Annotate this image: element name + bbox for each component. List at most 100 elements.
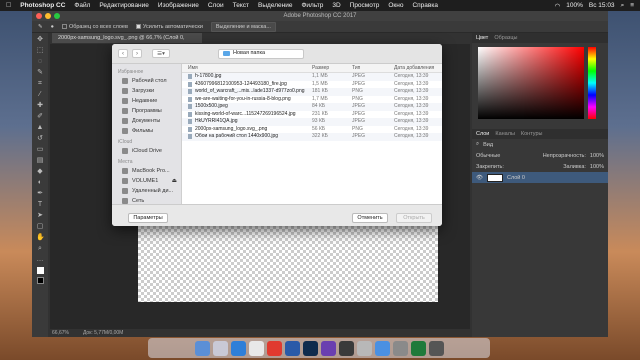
folder-select[interactable]: Новая папка — [218, 48, 304, 59]
type-tool-icon[interactable]: T — [36, 201, 44, 209]
stamp-tool-icon[interactable]: ▲ — [36, 124, 44, 132]
safari-icon[interactable] — [230, 340, 246, 356]
disk-utility-icon[interactable] — [356, 340, 372, 356]
word-icon[interactable] — [284, 340, 300, 356]
tab-color[interactable]: Цвет — [476, 33, 488, 43]
tab-layers[interactable]: Слои — [476, 129, 489, 139]
zoom-level[interactable]: 66,67% — [52, 329, 69, 337]
sidebar-item-recents[interactable]: Недавние — [112, 96, 181, 106]
sidebar-item-remote-disk[interactable]: Удаленный ди... — [112, 186, 181, 196]
battery-label[interactable]: 100% — [566, 2, 583, 9]
history-brush-icon[interactable]: ↺ — [36, 135, 44, 143]
forward-button[interactable]: › — [132, 49, 142, 58]
menu-view[interactable]: Просмотр — [350, 2, 380, 9]
sidebar-item-documents[interactable]: Документы — [112, 116, 181, 126]
tab-swatches[interactable]: Образцы — [494, 33, 517, 43]
tab-paths[interactable]: Контуры — [521, 129, 543, 139]
photoshop-icon[interactable] — [302, 340, 318, 356]
sidebar-item-macbook[interactable]: MacBook Pro... — [112, 166, 181, 176]
sidebar-item-downloads[interactable]: Загрузки — [112, 86, 181, 96]
yandex-browser-icon[interactable] — [266, 340, 282, 356]
sidebar-item-icloud-drive[interactable]: iCloud Drive — [112, 146, 181, 156]
quick-select-icon[interactable]: ✎ — [38, 24, 43, 30]
calendar-icon[interactable] — [248, 340, 264, 356]
clock[interactable]: Вс 15:03 — [589, 2, 615, 9]
blend-mode-select[interactable]: Обычные — [476, 153, 500, 159]
foreground-color-swatch[interactable] — [36, 267, 44, 274]
layer-kind-filter[interactable]: ⌕ Вид — [472, 139, 608, 150]
column-size[interactable]: Размер — [312, 64, 352, 72]
apple-icon[interactable]:  — [6, 2, 11, 9]
file-row[interactable]: h-17800.jpg 1,1 МБ JPEG Сегодня, 13:39 — [182, 73, 442, 81]
wifi-icon[interactable]: ◠ — [555, 2, 561, 10]
column-type[interactable]: Тип — [352, 64, 394, 72]
menu-edit[interactable]: Редактирование — [99, 2, 149, 9]
brush-tool-icon[interactable]: ✐ — [36, 113, 44, 121]
back-button[interactable]: ‹ — [118, 49, 128, 58]
menu-help[interactable]: Справка — [412, 2, 438, 9]
menu-image[interactable]: Изображение — [158, 2, 199, 9]
more-tools-icon[interactable]: … — [36, 256, 44, 264]
menu-layers[interactable]: Слои — [208, 2, 224, 9]
fill-value[interactable]: 100% — [590, 164, 608, 170]
file-row[interactable]: 1500x500.jpeg 84 КБ JPEG Сегодня, 13:39 — [182, 103, 442, 111]
sidebar-item-applications[interactable]: Программы — [112, 106, 181, 116]
open-button[interactable]: Открыть — [396, 213, 432, 223]
view-mode-button[interactable]: ☰▾ — [152, 49, 170, 58]
menu-text[interactable]: Текст — [233, 2, 249, 9]
crop-tool-icon[interactable]: ⌗ — [36, 80, 44, 88]
finder-icon[interactable] — [194, 340, 210, 356]
column-date[interactable]: Дата добавления — [394, 64, 442, 72]
file-row[interactable]: Обои на рабочий стол 1440x900.jpg 322 КБ J… — [182, 133, 442, 141]
launchpad-icon[interactable] — [212, 340, 228, 356]
eraser-tool-icon[interactable]: ▭ — [36, 146, 44, 154]
hand-tool-icon[interactable]: ✋ — [36, 234, 45, 242]
column-name[interactable]: Имя — [182, 64, 312, 72]
menu-select[interactable]: Выделение — [258, 2, 292, 9]
close-icon[interactable] — [36, 13, 42, 19]
auto-enhance-checkbox[interactable]: Усилить автоматически — [135, 24, 203, 30]
select-mask-button[interactable]: Выделение и маска... — [210, 21, 276, 32]
layer-row[interactable]: 👁 Слой 0 — [472, 172, 608, 183]
file-row[interactable]: we-are-waiting-for-you-in-russia-8-blog.… — [182, 96, 442, 104]
move-tool-icon[interactable]: ✥ — [36, 36, 44, 44]
sample-all-checkbox[interactable]: Образец со всех слоев — [61, 24, 128, 30]
eyedropper-tool-icon[interactable]: ⁄ — [36, 91, 44, 99]
file-row[interactable]: 43607996812100953-124493180_fire.jpg 1,5 … — [182, 81, 442, 89]
healing-tool-icon[interactable]: ✚ — [36, 102, 44, 110]
zoom-icon[interactable] — [54, 13, 60, 19]
video-editor-icon[interactable] — [338, 340, 354, 356]
sidebar-item-movies[interactable]: Фильмы — [112, 126, 181, 136]
blur-tool-icon[interactable]: ◆ — [36, 168, 44, 176]
menu-window[interactable]: Окно — [388, 2, 403, 9]
opacity-value[interactable]: 100% — [590, 153, 608, 159]
file-row[interactable]: 2000px-samsung_logo.svg_.png 56 КБ PNG Сего… — [182, 126, 442, 134]
menu-filter[interactable]: Фильтр — [301, 2, 323, 9]
eye-icon[interactable]: 👁 — [476, 175, 483, 181]
excel-icon[interactable] — [410, 340, 426, 356]
app-menu[interactable]: Photoshop CC — [20, 2, 65, 9]
minimize-icon[interactable] — [45, 13, 51, 19]
premiere-icon[interactable] — [320, 340, 336, 356]
hue-slider[interactable] — [588, 47, 596, 119]
pen-tool-icon[interactable]: ✒ — [36, 190, 44, 198]
document-tab[interactable]: 2000px-samsung_logo.svg_.png @ 66,7% (Сл… — [52, 33, 202, 51]
file-row[interactable]: kissing-world-of-warc...115247269196524.… — [182, 111, 442, 119]
gradient-tool-icon[interactable]: ▤ — [36, 157, 44, 165]
menu-list-icon[interactable]: ≡ — [630, 2, 634, 9]
quick-select-tool-icon[interactable]: ✎ — [36, 69, 44, 77]
sidebar-item-volume1[interactable]: VOLUME1 ⏏ — [112, 176, 181, 186]
file-row[interactable]: world_of_warcraft_...mis...lade1337-d977… — [182, 88, 442, 96]
menu-3d[interactable]: 3D — [332, 2, 340, 9]
file-row[interactable]: HkUYRRI41QA.jpg 93 КБ JPEG Сегодня, 13:39 — [182, 118, 442, 126]
background-color-swatch[interactable] — [36, 277, 44, 284]
cancel-button[interactable]: Отменить — [352, 213, 388, 223]
lasso-tool-icon[interactable]: ◌ — [36, 58, 44, 66]
brush-preview-icon[interactable]: ● — [51, 24, 54, 30]
dodge-tool-icon[interactable]: ◐ — [36, 179, 44, 187]
trash-icon[interactable] — [428, 340, 444, 356]
options-button[interactable]: Параметры — [128, 213, 168, 223]
search-icon[interactable]: ⌕ — [621, 2, 625, 10]
marquee-tool-icon[interactable]: ⬚ — [36, 47, 44, 55]
itunes-icon[interactable] — [374, 340, 390, 356]
